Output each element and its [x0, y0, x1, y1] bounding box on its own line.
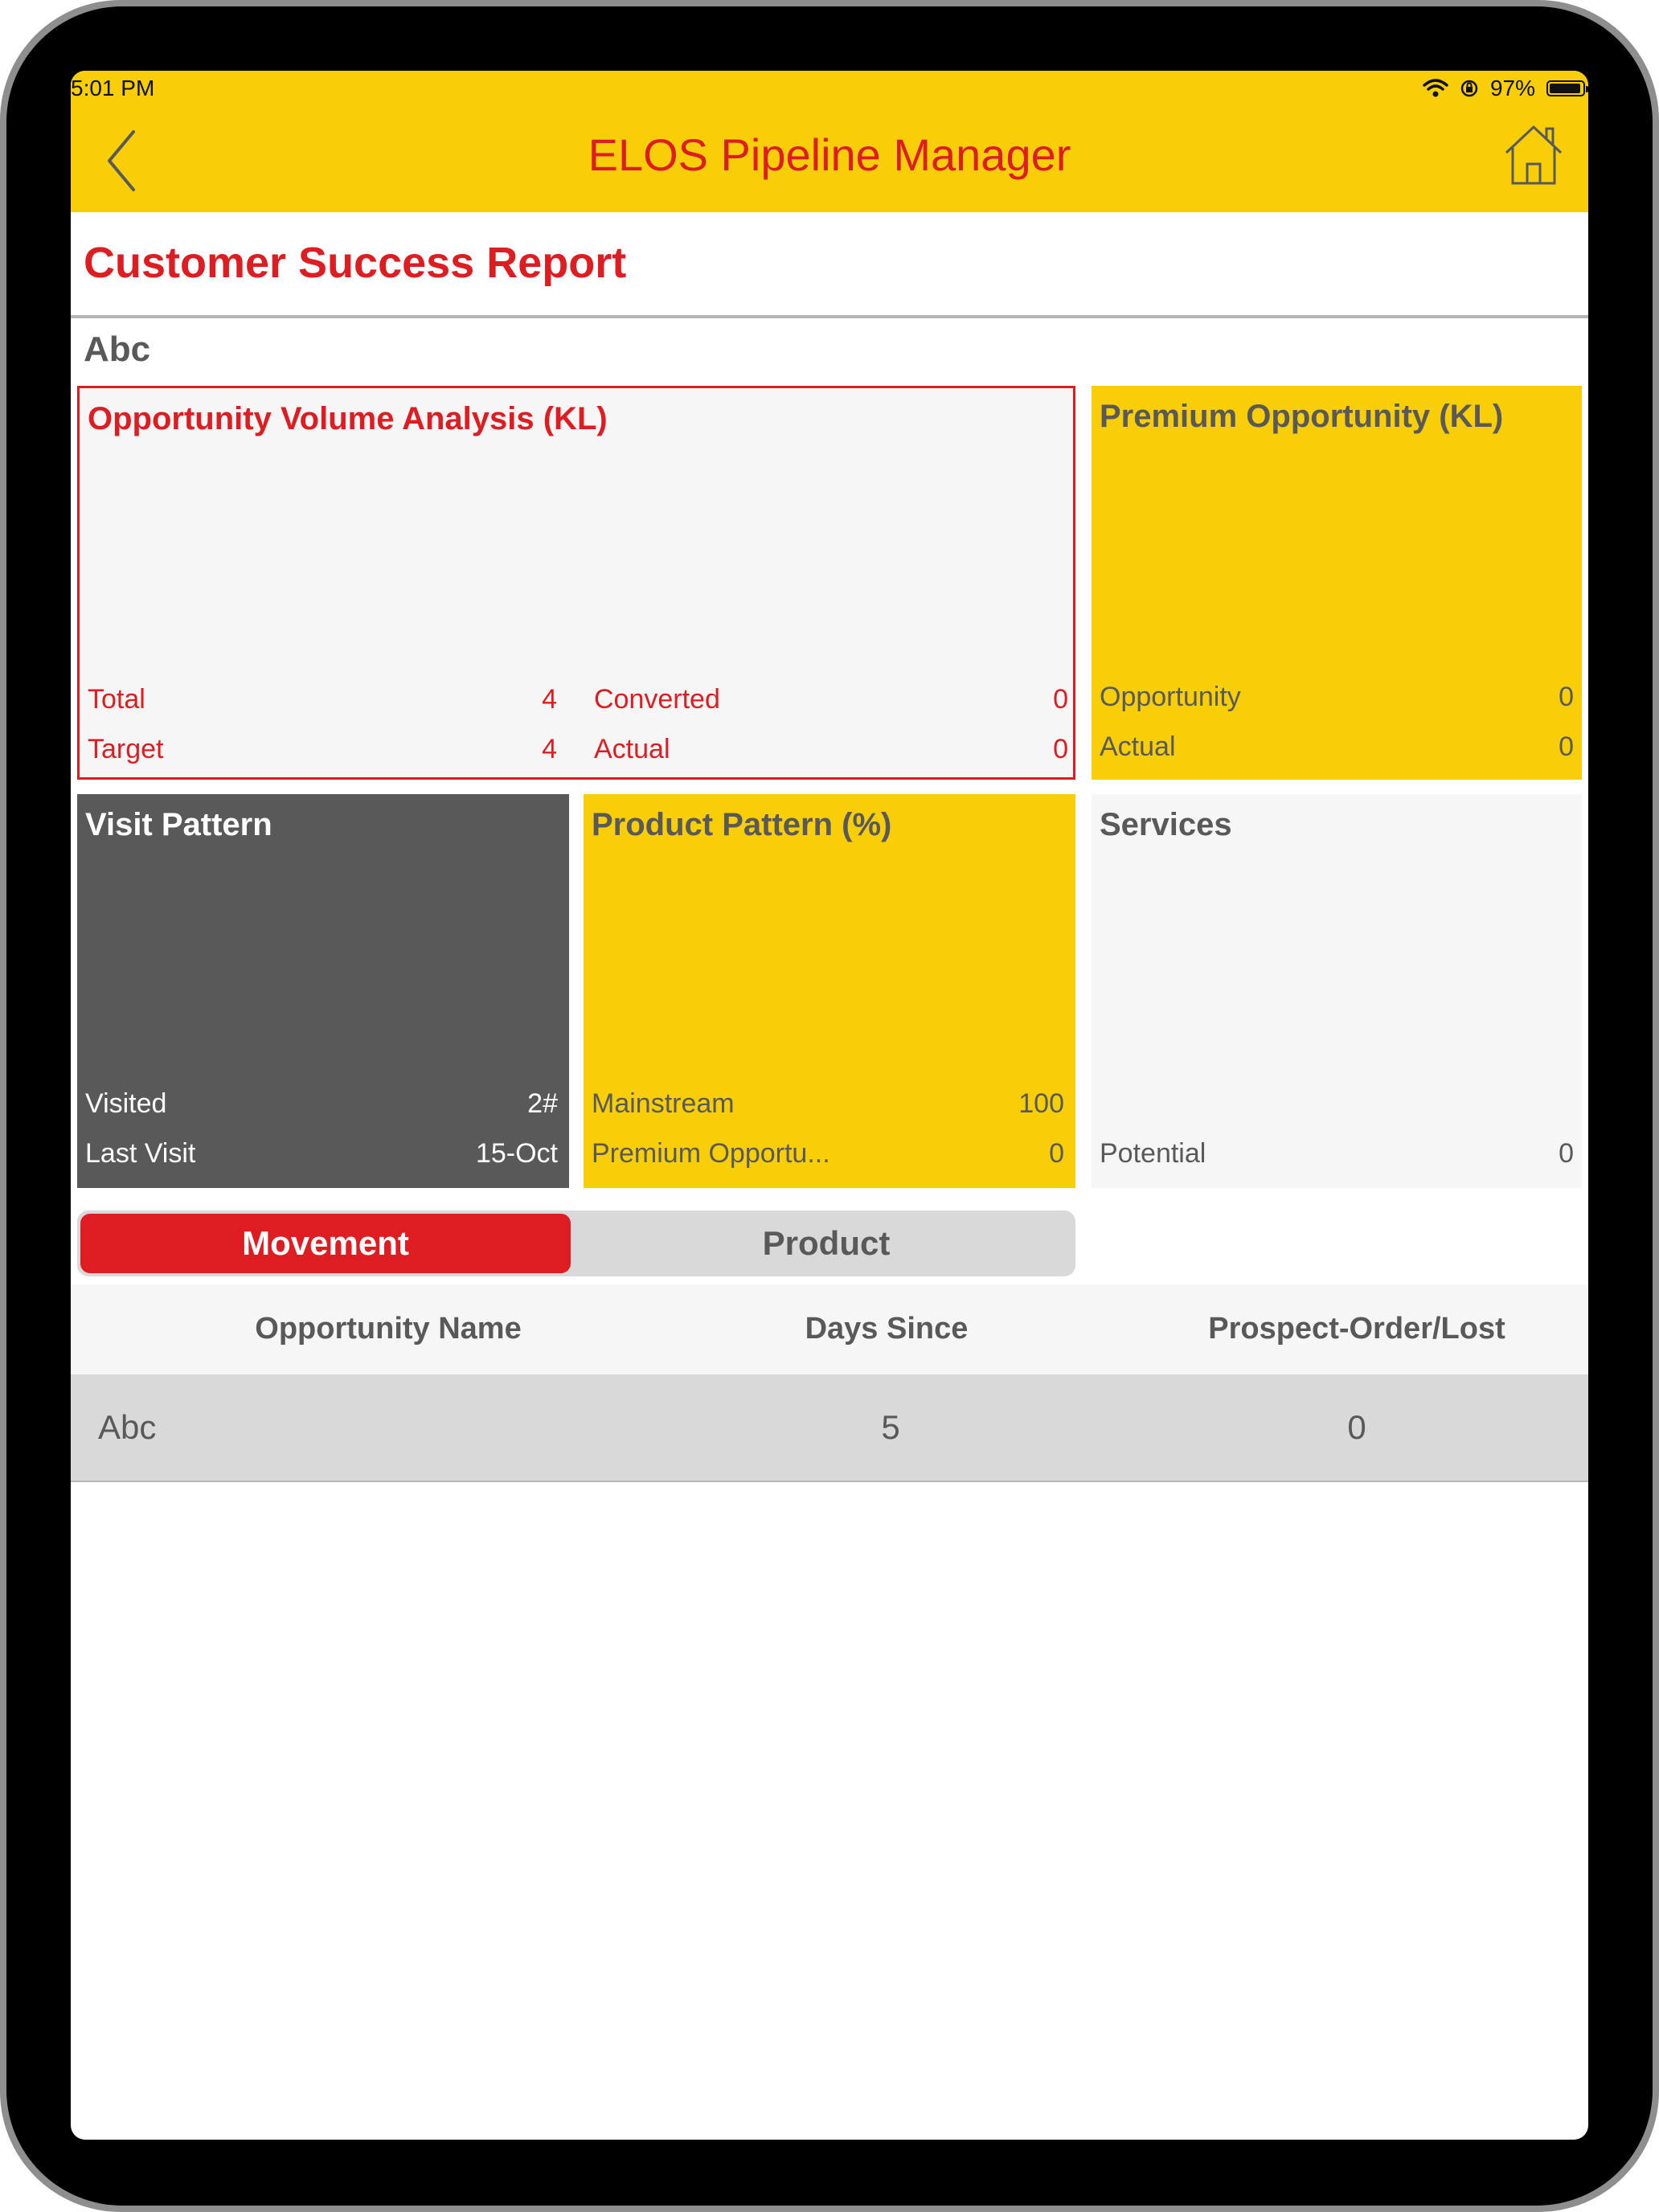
segment-product[interactable]: Product [580, 1214, 1072, 1273]
premium-label: Premium Opportu... [592, 1138, 830, 1169]
actual-value: 0 [1053, 734, 1068, 764]
total-label: Total [88, 684, 145, 715]
app-screen: 5:01 PM 97% ELOS Pipeline Manager Custom… [71, 71, 1588, 2140]
status-bar: 5:01 PM 97% [71, 71, 1588, 106]
column-header: Opportunity Name [255, 1312, 522, 1346]
last-visit-label: Last Visit [85, 1138, 196, 1169]
potential-label: Potential [1100, 1138, 1206, 1169]
customer-name: Abc [84, 330, 151, 369]
premium-value: 0 [1049, 1138, 1064, 1169]
table-row[interactable]: Abc 5 0 [71, 1374, 1588, 1482]
nav-bar: ELOS Pipeline Manager [71, 106, 1588, 212]
total-row: Total 4 [88, 684, 557, 715]
potential-value: 0 [1559, 1138, 1574, 1169]
actual-value: 0 [1559, 731, 1574, 762]
table-header: Opportunity Name Days Since Prospect-Ord… [71, 1284, 1588, 1374]
opportunity-row: Opportunity 0 [1100, 682, 1574, 713]
opportunity-value: 0 [1559, 682, 1574, 712]
opportunity-label: Opportunity [1100, 682, 1241, 712]
app-title: ELOS Pipeline Manager [588, 129, 1071, 180]
segmented-control: Movement Product [77, 1210, 1075, 1276]
page-title: Customer Success Report [84, 239, 627, 287]
last-visit-row: Last Visit 15-Oct [85, 1138, 558, 1169]
wifi-icon [1423, 79, 1448, 97]
actual-label: Actual [1100, 731, 1176, 762]
actual-row: Actual 0 [594, 734, 1068, 765]
mainstream-label: Mainstream [592, 1088, 735, 1119]
target-value: 4 [542, 734, 557, 764]
target-row: Target 4 [88, 734, 557, 765]
opportunity-volume-card[interactable]: Opportunity Volume Analysis (KL) Total 4… [77, 386, 1075, 780]
orientation-lock-icon [1460, 80, 1478, 97]
services-card[interactable]: Services Potential 0 [1092, 794, 1582, 1188]
premium-opportunity-card[interactable]: Premium Opportunity (KL) Opportunity 0 A… [1092, 386, 1582, 780]
actual-row: Actual 0 [1100, 731, 1574, 763]
mainstream-row: Mainstream 100 [592, 1088, 1064, 1120]
card-title: Product Pattern (%) [592, 807, 892, 842]
product-pattern-card[interactable]: Product Pattern (%) Mainstream 100 Premi… [584, 794, 1075, 1188]
converted-label: Converted [594, 684, 720, 715]
visit-pattern-card[interactable]: Visit Pattern Visited 2# Last Visit 15-O… [77, 794, 569, 1188]
column-header: Days Since [805, 1312, 969, 1346]
potential-row: Potential 0 [1100, 1138, 1574, 1169]
cell-prospect-order-lost: 0 [1347, 1408, 1366, 1446]
target-label: Target [88, 734, 164, 764]
converted-value: 0 [1053, 684, 1068, 715]
visited-row: Visited 2# [85, 1088, 558, 1120]
cell-days-since: 5 [881, 1408, 900, 1446]
status-indicators: 97% [1423, 76, 1588, 101]
total-value: 4 [542, 684, 557, 715]
battery-icon [1546, 80, 1588, 96]
cell-opportunity-name: Abc [98, 1408, 157, 1446]
visited-label: Visited [85, 1088, 167, 1119]
card-title: Visit Pattern [85, 807, 272, 842]
mainstream-value: 100 [1018, 1088, 1064, 1119]
converted-row: Converted 0 [594, 684, 1068, 715]
column-header: Prospect-Order/Lost [1208, 1312, 1505, 1346]
home-icon[interactable] [1501, 121, 1566, 188]
visited-value: 2# [527, 1088, 558, 1119]
card-title: Opportunity Volume Analysis (KL) [88, 401, 608, 436]
actual-label: Actual [594, 734, 670, 764]
premium-row: Premium Opportu... 0 [592, 1138, 1064, 1169]
card-title: Premium Opportunity (KL) [1100, 399, 1504, 434]
divider [71, 315, 1588, 318]
last-visit-value: 15-Oct [475, 1138, 558, 1169]
status-time: 5:01 PM [71, 76, 155, 100]
card-title: Services [1100, 807, 1232, 842]
segment-movement[interactable]: Movement [80, 1214, 571, 1273]
battery-percent: 97% [1489, 76, 1535, 100]
